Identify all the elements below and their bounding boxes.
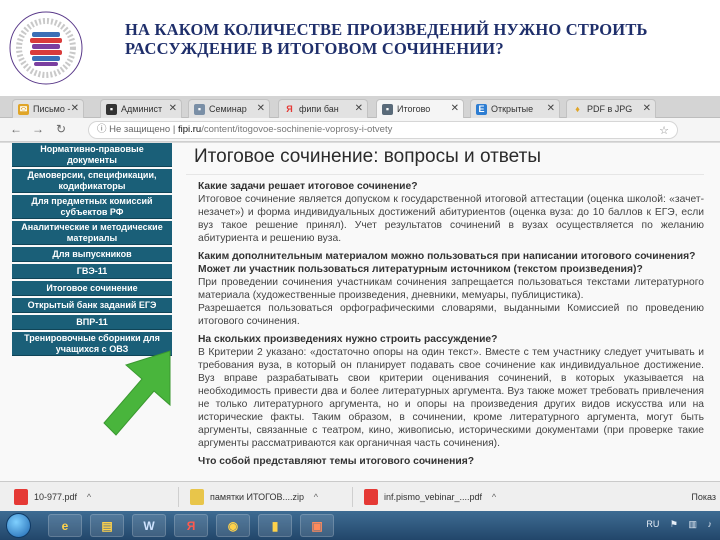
close-icon[interactable]: ✕ <box>547 103 555 114</box>
seminar-icon: ▪ <box>194 104 205 115</box>
main-content: Итоговое сочинение: вопросы и ответы Как… <box>186 143 704 468</box>
download-item-pamyatki[interactable]: памятки ИТОГОВ....zip ^ <box>188 488 318 506</box>
close-icon[interactable]: ✕ <box>643 103 651 114</box>
sidebar-item-vpr-11[interactable]: ВПР-11 <box>12 315 172 330</box>
sidebar-item-graduates[interactable]: Для выпускников <box>12 247 172 262</box>
divider <box>352 487 353 507</box>
download-name: памятки ИТОГОВ....zip <box>210 492 304 502</box>
close-icon[interactable]: ✕ <box>355 103 363 114</box>
question-2: Каким дополнительным материалом можно по… <box>198 251 696 275</box>
green-arrow-icon <box>103 350 171 436</box>
browser-screenshot: ✉ Письмо - ✕ ▪ Админист ✕ ▪ Семинар ✕ Я … <box>0 96 720 540</box>
web-page: Нормативно-правовые документы Демоверсии… <box>0 143 720 481</box>
close-icon[interactable]: ✕ <box>169 103 177 114</box>
tab-itogovoe[interactable]: ▪ Итогово ✕ <box>376 99 464 118</box>
institute-logo-icon <box>9 11 83 85</box>
url-path: /content/itogovoe-sochinenie-voprosy-i-o… <box>201 124 393 135</box>
sidebar-item-analytics[interactable]: Аналитические и методические материалы <box>12 221 172 245</box>
question-3: На скольких произведениях нужно строить … <box>198 334 498 345</box>
answer-2: При проведении сочинения участникам сочи… <box>198 277 704 301</box>
doc-icon: ▪ <box>382 104 393 115</box>
pdf-icon <box>14 489 28 505</box>
admin-icon: ▪ <box>106 104 117 115</box>
sidebar-item-normative-docs[interactable]: Нормативно-правовые документы <box>12 143 172 167</box>
tab-open-bank[interactable]: E Открытые ✕ <box>470 99 560 118</box>
answer-2-extra: Разрешается пользоваться орфографическим… <box>198 303 704 327</box>
yandex-browser-icon[interactable]: Я <box>174 514 208 537</box>
tab-label: Семинар <box>209 104 247 114</box>
bookmark-star-icon[interactable]: ☆ <box>659 123 669 139</box>
open-bank-icon: E <box>476 104 487 115</box>
volume-icon[interactable]: ♪ <box>708 519 713 529</box>
slide-title: НА КАКОМ КОЛИЧЕСТВЕ ПРОИЗВЕДЕНИЙ НУЖНО С… <box>125 20 648 58</box>
sidebar-item-final-essay[interactable]: Итоговое сочинение <box>12 281 172 296</box>
download-item-10-977[interactable]: 10-977.pdf ^ <box>12 488 91 506</box>
sidebar-item-demoversions[interactable]: Демоверсии, спецификации, кодификаторы <box>12 169 172 193</box>
tab-label: Итогово <box>397 104 431 114</box>
tab-admin[interactable]: ▪ Админист ✕ <box>100 99 182 118</box>
page-heading: Итоговое сочинение: вопросы и ответы <box>186 143 704 175</box>
answer-3: В Критерии 2 указано: «достаточно опоры … <box>198 347 704 449</box>
question-1: Какие задачи решает итоговое сочинение? <box>198 181 418 192</box>
start-button[interactable] <box>6 513 31 538</box>
answer-1: Итоговое сочинение является допуском к г… <box>198 194 704 244</box>
network-icon[interactable]: ▥ <box>688 519 697 529</box>
tab-pdf-jpg[interactable]: ♦ PDF в JPG ✕ <box>566 99 656 118</box>
internet-explorer-icon[interactable]: e <box>48 514 82 537</box>
tab-mail[interactable]: ✉ Письмо - ✕ <box>12 99 84 118</box>
divider <box>178 487 179 507</box>
tab-label: Админист <box>121 104 163 114</box>
word-icon[interactable]: W <box>132 514 166 537</box>
close-icon[interactable]: ✕ <box>71 103 79 114</box>
tab-fipi-bank[interactable]: Я фипи бан ✕ <box>278 99 368 118</box>
mail-icon: ✉ <box>18 104 29 115</box>
chevron-up-icon[interactable]: ^ <box>314 488 318 506</box>
presentation-icon[interactable]: ▣ <box>300 514 334 537</box>
yandex-icon: Я <box>286 104 293 114</box>
sidebar-item-gve-11[interactable]: ГВЭ-11 <box>12 264 172 279</box>
sidebar-item-open-bank-ege[interactable]: Открытый банк заданий ЕГЭ <box>12 298 172 313</box>
windows-taskbar: e ▤ W Я ◉ ▮ ▣ RU ⚑ ▥ ♪ <box>0 511 720 540</box>
folder-icon[interactable]: ▮ <box>258 514 292 537</box>
show-all-downloads-button[interactable]: Показ <box>691 488 716 506</box>
downloads-bar: 10-977.pdf ^ памятки ИТОГОВ....zip ^ inf… <box>0 481 720 511</box>
chevron-up-icon[interactable]: ^ <box>492 488 496 506</box>
browser-tab-bar: ✉ Письмо - ✕ ▪ Админист ✕ ▪ Семинар ✕ Я … <box>0 96 720 118</box>
close-icon[interactable]: ✕ <box>451 103 459 114</box>
tab-label: Письмо - <box>33 104 71 114</box>
pdf-icon: ♦ <box>575 104 580 114</box>
forward-icon[interactable]: → <box>32 122 44 136</box>
not-secure-label: Не защищено <box>109 124 171 135</box>
chrome-icon[interactable]: ◉ <box>216 514 250 537</box>
question-4: Что собой представляют темы итогового со… <box>198 456 474 467</box>
download-name: 10-977.pdf <box>34 492 78 502</box>
tab-label: PDF в JPG <box>587 104 633 114</box>
back-icon[interactable]: ← <box>10 122 22 136</box>
file-explorer-icon[interactable]: ▤ <box>90 514 124 537</box>
url-input[interactable]: ⓘ Не защищено | fipi.ru/content/itogovoe… <box>88 121 678 139</box>
tab-label: фипи бан <box>299 104 339 114</box>
not-secure-icon: ⓘ <box>97 124 110 135</box>
sidebar-item-subject-commissions[interactable]: Для предметных комиссий субъектов РФ <box>12 195 172 219</box>
sidebar-nav: Нормативно-правовые документы Демоверсии… <box>12 143 172 358</box>
address-bar: ← → ↻ ⓘ Не защищено | fipi.ru/content/it… <box>0 118 720 142</box>
close-icon[interactable]: ✕ <box>257 103 265 114</box>
tab-label: Открытые <box>491 104 534 114</box>
reload-icon[interactable]: ↻ <box>56 122 66 136</box>
tab-seminar[interactable]: ▪ Семинар ✕ <box>188 99 270 118</box>
download-name: inf.pismo_vebinar_....pdf <box>384 492 483 502</box>
chevron-up-icon[interactable]: ^ <box>87 488 91 506</box>
pdf-icon <box>364 489 378 505</box>
system-tray: RU ⚑ ▥ ♪ <box>638 519 712 530</box>
download-item-inf-pismo[interactable]: inf.pismo_vebinar_....pdf ^ <box>362 488 496 506</box>
zip-icon <box>190 489 204 505</box>
language-indicator[interactable]: RU <box>646 519 659 529</box>
url-host: fipi.ru <box>177 124 202 135</box>
qa-list: Какие задачи решает итоговое сочинение? … <box>186 180 704 468</box>
flag-icon[interactable]: ⚑ <box>670 519 678 529</box>
slide-header: НА КАКОМ КОЛИЧЕСТВЕ ПРОИЗВЕДЕНИЙ НУЖНО С… <box>0 0 720 92</box>
